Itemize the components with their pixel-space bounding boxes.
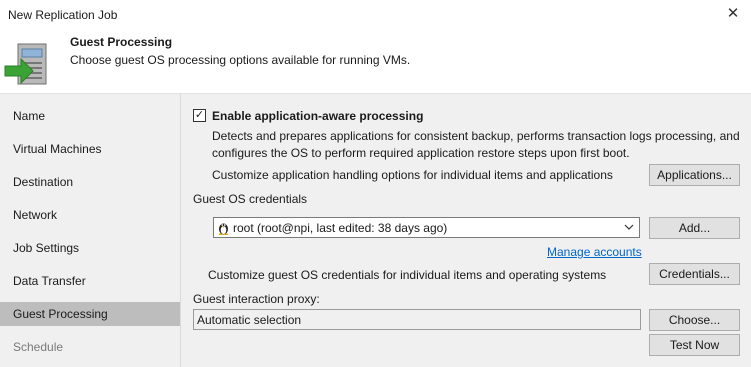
wizard-steps-sidebar: Name Virtual Machines Destination Networ… — [0, 94, 180, 367]
app-handling-text: Customize application handling options f… — [212, 168, 613, 182]
server-arrow-icon — [4, 43, 47, 85]
page-subtitle: Choose guest OS processing options avail… — [70, 53, 411, 67]
sidebar-item-label: Guest Processing — [13, 307, 108, 321]
sidebar-item-label: Schedule — [13, 340, 64, 354]
sidebar-item-label: Name — [13, 109, 46, 123]
guest-proxy-field[interactable]: Automatic selection — [193, 309, 641, 330]
wizard-header: Guest Processing Choose guest OS process… — [0, 30, 751, 94]
guest-proxy-value: Automatic selection — [197, 313, 302, 327]
sidebar-item-schedule[interactable]: Schedule — [0, 335, 180, 359]
app-aware-label[interactable]: Enable application-aware processing — [212, 109, 423, 123]
credentials-dropdown[interactable]: root (root@npi, last edited: 38 days ago… — [213, 217, 640, 238]
sidebar-item-label: Destination — [13, 175, 74, 189]
app-aware-checkbox[interactable]: ✓ — [193, 109, 206, 122]
chevron-down-icon — [624, 224, 634, 230]
title-bar: New Replication Job ✕ — [0, 0, 751, 30]
test-now-button[interactable]: Test Now — [649, 334, 740, 356]
window-title: New Replication Job — [8, 8, 118, 22]
sidebar-item-label: Network — [13, 208, 58, 222]
sidebar-item-name[interactable]: Name — [0, 104, 180, 128]
sidebar-item-destination[interactable]: Destination — [0, 170, 180, 194]
customize-credentials-text: Customize guest OS credentials for indiv… — [208, 268, 607, 282]
linux-penguin-icon — [218, 223, 229, 235]
guest-os-credentials-label: Guest OS credentials — [193, 192, 308, 206]
app-aware-description-line2: configures the OS to perform required ap… — [212, 146, 630, 160]
choose-proxy-button[interactable]: Choose... — [649, 309, 740, 331]
close-icon[interactable]: ✕ — [721, 3, 745, 25]
credentials-button[interactable]: Credentials... — [649, 263, 740, 285]
guest-interaction-proxy-label: Guest interaction proxy: — [193, 292, 320, 306]
credentials-selected-value: root (root@npi, last edited: 38 days ago… — [233, 221, 448, 235]
sidebar-item-label: Data Transfer — [13, 274, 86, 288]
sidebar-item-label: Job Settings — [13, 241, 80, 255]
sidebar-item-guest-processing[interactable]: Guest Processing — [0, 302, 180, 326]
sidebar-item-label: Virtual Machines — [13, 142, 102, 156]
sidebar-item-data-transfer[interactable]: Data Transfer — [0, 269, 180, 293]
add-credentials-button[interactable]: Add... — [649, 217, 740, 239]
sidebar-item-job-settings[interactable]: Job Settings — [0, 236, 180, 260]
applications-button[interactable]: Applications... — [649, 164, 740, 186]
sidebar-item-network[interactable]: Network — [0, 203, 180, 227]
page-title: Guest Processing — [70, 35, 173, 49]
app-aware-description-line1: Detects and prepares applications for co… — [212, 129, 740, 143]
manage-accounts-link[interactable]: Manage accounts — [547, 245, 642, 259]
sidebar-item-virtual-machines[interactable]: Virtual Machines — [0, 137, 180, 161]
